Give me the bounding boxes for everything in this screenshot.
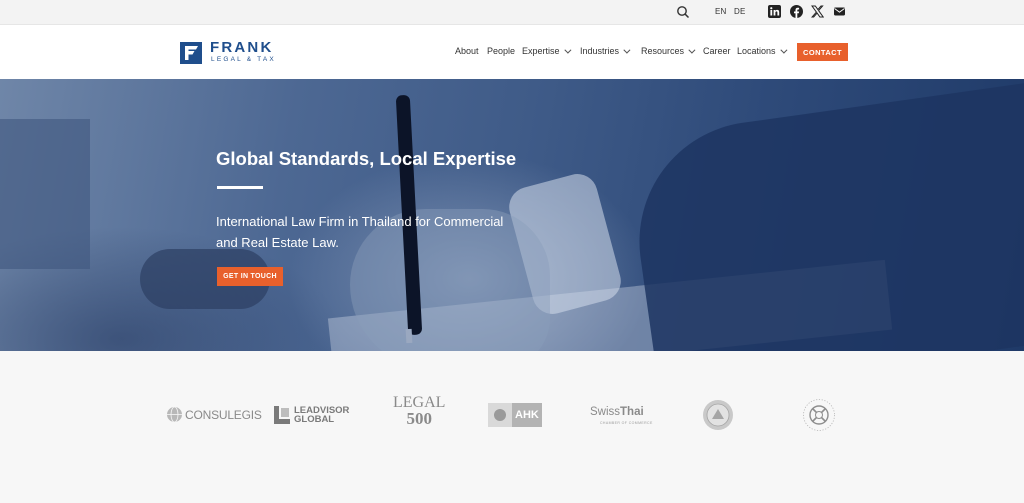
hero-background-cup [0, 119, 90, 269]
legal500-logo[interactable]: LEGAL 500 [393, 395, 445, 428]
nav-item-about[interactable]: About [455, 46, 479, 56]
nav-item-locations[interactable]: Locations [737, 46, 787, 56]
chevron-down-icon [779, 46, 787, 54]
chevron-down-icon [563, 46, 571, 54]
logo-tagline: LEGAL & TAX [211, 56, 276, 63]
consulegis-text: CONSULEGIS [185, 407, 262, 422]
top-utility-bar: EN DE [0, 0, 1024, 25]
swissthai-subtitle: CHAMBER OF COMMERCE [600, 421, 653, 425]
linkedin-icon[interactable] [768, 5, 781, 18]
frank-logo-icon[interactable] [180, 42, 202, 64]
swissthai-name-thai: Thai [620, 406, 644, 418]
nav-item-label: Expertise [522, 46, 560, 56]
association-seal-icon[interactable] [702, 399, 734, 431]
nav-item-industries[interactable]: Industries [580, 46, 631, 56]
ahk-emblem-icon [488, 403, 512, 427]
hero-divider [217, 186, 263, 189]
logo-name[interactable]: FRANK [210, 39, 274, 56]
language-de-link[interactable]: DE [734, 7, 746, 16]
partner-logos-strip: CONSULEGIS LEADVISOR GLOBAL LEGAL 500 AH… [0, 351, 1024, 503]
legal500-line2: 500 [406, 409, 432, 428]
hero-subtitle: International Law Firm in Thailand for C… [216, 214, 504, 250]
nav-item-people[interactable]: People [487, 46, 515, 56]
ahk-text: AHK [515, 409, 539, 421]
consulegis-logo[interactable]: CONSULEGIS [166, 406, 262, 423]
hero-background-pen-tip [405, 328, 413, 344]
nav-item-label: Industries [580, 46, 620, 56]
chevron-down-icon [688, 46, 696, 54]
get-in-touch-button[interactable]: GET IN TOUCH [217, 267, 283, 286]
nav-item-label: About [455, 46, 479, 56]
nav-item-career[interactable]: Career [703, 46, 731, 56]
nav-item-label: Career [703, 46, 731, 56]
mail-icon[interactable] [833, 5, 846, 18]
nav-item-label: Resources [641, 46, 685, 56]
leadvisor-wordmark: LEADVISOR GLOBAL [294, 406, 349, 425]
language-en-link[interactable]: EN [715, 7, 727, 16]
international-association-seal-icon[interactable] [802, 398, 836, 432]
nav-item-label: People [487, 46, 516, 56]
swissthai-name-swiss: Swiss [590, 406, 621, 418]
leadvisor-mark-icon [274, 406, 290, 424]
contact-button[interactable]: CONTACT [797, 43, 848, 61]
main-header: FRANK LEGAL & TAX About People Expertise… [0, 25, 1024, 79]
hero-title: Global Standards, Local Expertise [216, 148, 517, 169]
nav-item-expertise[interactable]: Expertise [522, 46, 571, 56]
consulegis-globe-icon [167, 406, 182, 423]
hero-banner: Global Standards, Local Expertise Intern… [0, 79, 1024, 351]
ahk-logo[interactable]: AHK [488, 403, 542, 427]
leadvisor-global-logo[interactable]: LEADVISOR GLOBAL [273, 405, 349, 425]
hero-background-sleeve [623, 81, 1024, 351]
swissthai-logo[interactable]: SwissThai CHAMBER OF COMMERCE [590, 406, 653, 429]
x-icon[interactable] [811, 5, 824, 18]
search-icon[interactable] [676, 5, 690, 19]
facebook-icon[interactable] [790, 5, 803, 18]
swissthai-name: SwissThai [590, 406, 644, 418]
chevron-down-icon [623, 46, 631, 54]
leadvisor-line2: GLOBAL [294, 414, 335, 425]
nav-item-resources[interactable]: Resources [641, 46, 696, 56]
nav-item-label: Locations [737, 46, 776, 56]
